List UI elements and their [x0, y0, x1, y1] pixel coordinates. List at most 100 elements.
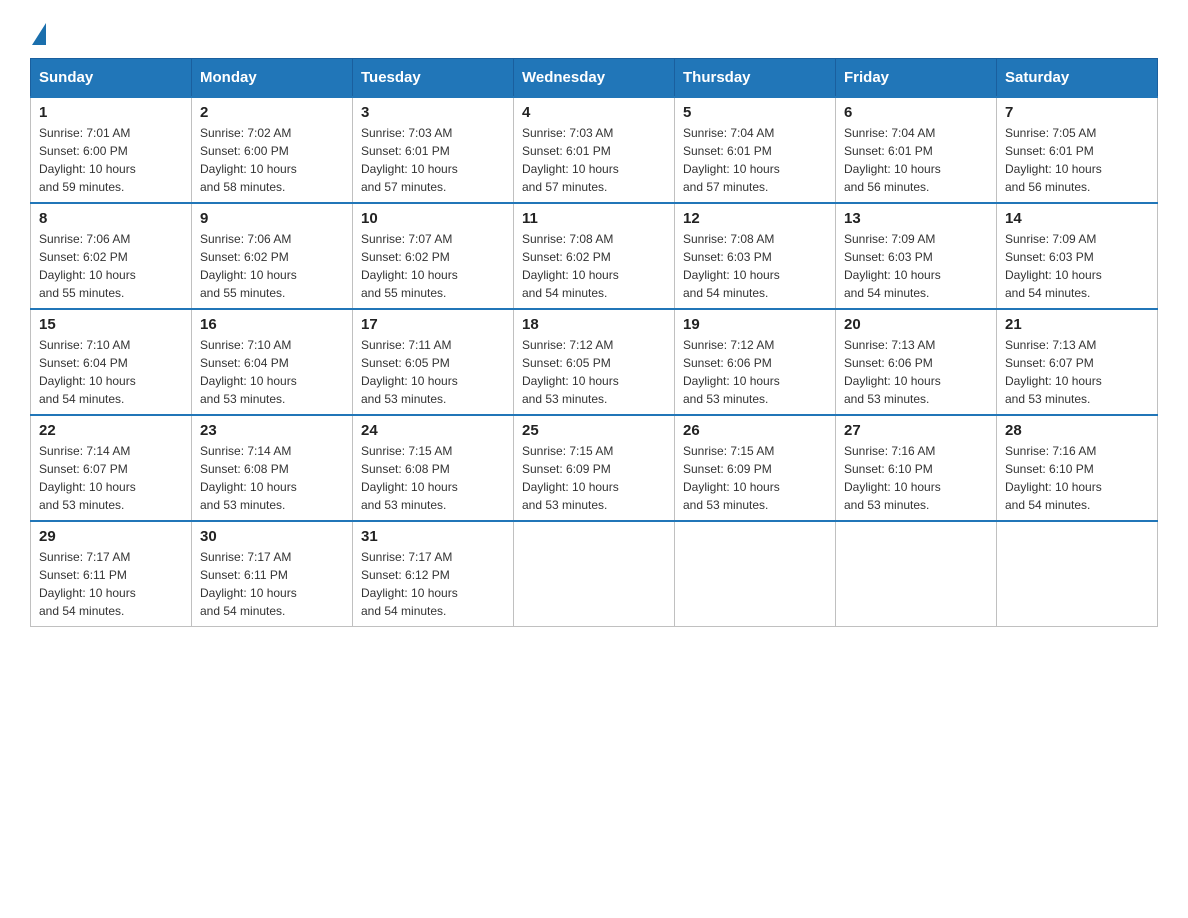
- calendar-cell: 20Sunrise: 7:13 AMSunset: 6:06 PMDayligh…: [836, 309, 997, 415]
- calendar-cell: 18Sunrise: 7:12 AMSunset: 6:05 PMDayligh…: [514, 309, 675, 415]
- weekday-header-sunday: Sunday: [31, 59, 192, 98]
- calendar-cell: [514, 521, 675, 627]
- day-number: 13: [844, 210, 988, 227]
- calendar-cell: 11 Sunrise: 7:08 AMSunset: 6:02 PMDayligh…: [514, 203, 675, 309]
- calendar-cell: 25Sunrise: 7:15 AMSunset: 6:09 PMDayligh…: [514, 415, 675, 521]
- day-info: Sunrise: 7:01 AMSunset: 6:00 PMDaylight:…: [39, 124, 183, 196]
- page-header: [30, 20, 1158, 38]
- day-number: 22: [39, 422, 183, 439]
- weekday-header-monday: Monday: [192, 59, 353, 98]
- day-info: Sunrise: 7:12 AMSunset: 6:05 PMDaylight:…: [522, 336, 666, 408]
- day-number: 10: [361, 210, 505, 227]
- calendar-cell: 30 Sunrise: 7:17 AMSunset: 6:11 PMDayligh…: [192, 521, 353, 627]
- calendar-cell: 21 Sunrise: 7:13 AMSunset: 6:07 PMDayligh…: [997, 309, 1158, 415]
- day-info: Sunrise: 7:08 AMSunset: 6:02 PMDaylight:…: [522, 230, 666, 302]
- day-number: 9: [200, 210, 344, 227]
- week-row-4: 22 Sunrise: 7:14 AMSunset: 6:07 PMDayligh…: [31, 415, 1158, 521]
- day-number: 20: [844, 316, 988, 333]
- day-info: Sunrise: 7:02 AMSunset: 6:00 PMDaylight:…: [200, 124, 344, 196]
- day-number: 19: [683, 316, 827, 333]
- calendar-cell: 17 Sunrise: 7:11 AMSunset: 6:05 PMDayligh…: [353, 309, 514, 415]
- calendar-cell: 24 Sunrise: 7:15 AMSunset: 6:08 PMDayligh…: [353, 415, 514, 521]
- day-info: Sunrise: 7:04 AMSunset: 6:01 PMDaylight:…: [844, 124, 988, 196]
- day-number: 8: [39, 210, 183, 227]
- calendar-cell: 31 Sunrise: 7:17 AMSunset: 6:12 PMDayligh…: [353, 521, 514, 627]
- calendar-cell: 13 Sunrise: 7:09 AMSunset: 6:03 PMDayligh…: [836, 203, 997, 309]
- calendar-cell: 14 Sunrise: 7:09 AMSunset: 6:03 PMDayligh…: [997, 203, 1158, 309]
- calendar-table: SundayMondayTuesdayWednesdayThursdayFrid…: [30, 58, 1158, 627]
- day-info: Sunrise: 7:03 AMSunset: 6:01 PMDaylight:…: [522, 124, 666, 196]
- day-number: 14: [1005, 210, 1149, 227]
- day-info: Sunrise: 7:09 AMSunset: 6:03 PMDaylight:…: [844, 230, 988, 302]
- day-info: Sunrise: 7:07 AMSunset: 6:02 PMDaylight:…: [361, 230, 505, 302]
- calendar-cell: 10 Sunrise: 7:07 AMSunset: 6:02 PMDayligh…: [353, 203, 514, 309]
- day-number: 24: [361, 422, 505, 439]
- day-number: 1: [39, 104, 183, 121]
- day-info: Sunrise: 7:17 AMSunset: 6:11 PMDaylight:…: [200, 548, 344, 620]
- day-info: Sunrise: 7:15 AMSunset: 6:09 PMDaylight:…: [683, 442, 827, 514]
- day-info: Sunrise: 7:10 AMSunset: 6:04 PMDaylight:…: [200, 336, 344, 408]
- day-info: Sunrise: 7:17 AMSunset: 6:12 PMDaylight:…: [361, 548, 505, 620]
- day-info: Sunrise: 7:16 AMSunset: 6:10 PMDaylight:…: [844, 442, 988, 514]
- calendar-cell: 2 Sunrise: 7:02 AMSunset: 6:00 PMDaylight…: [192, 97, 353, 203]
- calendar-cell: [997, 521, 1158, 627]
- day-number: 4: [522, 104, 666, 121]
- calendar-cell: 27 Sunrise: 7:16 AMSunset: 6:10 PMDayligh…: [836, 415, 997, 521]
- calendar-cell: 9 Sunrise: 7:06 AMSunset: 6:02 PMDaylight…: [192, 203, 353, 309]
- weekday-header-tuesday: Tuesday: [353, 59, 514, 98]
- day-number: 7: [1005, 104, 1149, 121]
- weekday-header-friday: Friday: [836, 59, 997, 98]
- logo: [30, 20, 48, 38]
- weekday-header-saturday: Saturday: [997, 59, 1158, 98]
- calendar-cell: 16 Sunrise: 7:10 AMSunset: 6:04 PMDayligh…: [192, 309, 353, 415]
- logo-triangle-icon: [32, 23, 46, 45]
- calendar-cell: 28 Sunrise: 7:16 AMSunset: 6:10 PMDayligh…: [997, 415, 1158, 521]
- calendar-cell: 22 Sunrise: 7:14 AMSunset: 6:07 PMDayligh…: [31, 415, 192, 521]
- day-info: Sunrise: 7:17 AMSunset: 6:11 PMDaylight:…: [39, 548, 183, 620]
- day-info: Sunrise: 7:05 AMSunset: 6:01 PMDaylight:…: [1005, 124, 1149, 196]
- calendar-cell: 1 Sunrise: 7:01 AMSunset: 6:00 PMDaylight…: [31, 97, 192, 203]
- calendar-cell: 26 Sunrise: 7:15 AMSunset: 6:09 PMDayligh…: [675, 415, 836, 521]
- day-info: Sunrise: 7:13 AMSunset: 6:07 PMDaylight:…: [1005, 336, 1149, 408]
- day-info: Sunrise: 7:14 AMSunset: 6:08 PMDaylight:…: [200, 442, 344, 514]
- calendar-cell: 6Sunrise: 7:04 AMSunset: 6:01 PMDaylight…: [836, 97, 997, 203]
- day-number: 3: [361, 104, 505, 121]
- day-number: 16: [200, 316, 344, 333]
- day-info: Sunrise: 7:06 AMSunset: 6:02 PMDaylight:…: [200, 230, 344, 302]
- week-row-5: 29 Sunrise: 7:17 AMSunset: 6:11 PMDayligh…: [31, 521, 1158, 627]
- week-row-2: 8 Sunrise: 7:06 AMSunset: 6:02 PMDaylight…: [31, 203, 1158, 309]
- day-number: 17: [361, 316, 505, 333]
- day-number: 30: [200, 528, 344, 545]
- day-info: Sunrise: 7:06 AMSunset: 6:02 PMDaylight:…: [39, 230, 183, 302]
- day-info: Sunrise: 7:11 AMSunset: 6:05 PMDaylight:…: [361, 336, 505, 408]
- day-number: 28: [1005, 422, 1149, 439]
- day-number: 2: [200, 104, 344, 121]
- calendar-cell: 29 Sunrise: 7:17 AMSunset: 6:11 PMDayligh…: [31, 521, 192, 627]
- day-number: 25: [522, 422, 666, 439]
- calendar-cell: 19Sunrise: 7:12 AMSunset: 6:06 PMDayligh…: [675, 309, 836, 415]
- week-row-3: 15Sunrise: 7:10 AMSunset: 6:04 PMDayligh…: [31, 309, 1158, 415]
- day-number: 11: [522, 210, 666, 227]
- calendar-cell: 5 Sunrise: 7:04 AMSunset: 6:01 PMDaylight…: [675, 97, 836, 203]
- calendar-header-row: SundayMondayTuesdayWednesdayThursdayFrid…: [31, 59, 1158, 98]
- day-info: Sunrise: 7:14 AMSunset: 6:07 PMDaylight:…: [39, 442, 183, 514]
- day-number: 5: [683, 104, 827, 121]
- day-number: 29: [39, 528, 183, 545]
- week-row-1: 1 Sunrise: 7:01 AMSunset: 6:00 PMDaylight…: [31, 97, 1158, 203]
- day-number: 23: [200, 422, 344, 439]
- day-info: Sunrise: 7:04 AMSunset: 6:01 PMDaylight:…: [683, 124, 827, 196]
- day-number: 31: [361, 528, 505, 545]
- calendar-cell: 7 Sunrise: 7:05 AMSunset: 6:01 PMDaylight…: [997, 97, 1158, 203]
- weekday-header-wednesday: Wednesday: [514, 59, 675, 98]
- day-number: 26: [683, 422, 827, 439]
- calendar-cell: [836, 521, 997, 627]
- calendar-cell: 8 Sunrise: 7:06 AMSunset: 6:02 PMDaylight…: [31, 203, 192, 309]
- calendar-cell: 23 Sunrise: 7:14 AMSunset: 6:08 PMDayligh…: [192, 415, 353, 521]
- day-number: 21: [1005, 316, 1149, 333]
- calendar-cell: 4 Sunrise: 7:03 AMSunset: 6:01 PMDaylight…: [514, 97, 675, 203]
- day-info: Sunrise: 7:08 AMSunset: 6:03 PMDaylight:…: [683, 230, 827, 302]
- day-info: Sunrise: 7:09 AMSunset: 6:03 PMDaylight:…: [1005, 230, 1149, 302]
- day-info: Sunrise: 7:16 AMSunset: 6:10 PMDaylight:…: [1005, 442, 1149, 514]
- day-number: 27: [844, 422, 988, 439]
- day-info: Sunrise: 7:15 AMSunset: 6:08 PMDaylight:…: [361, 442, 505, 514]
